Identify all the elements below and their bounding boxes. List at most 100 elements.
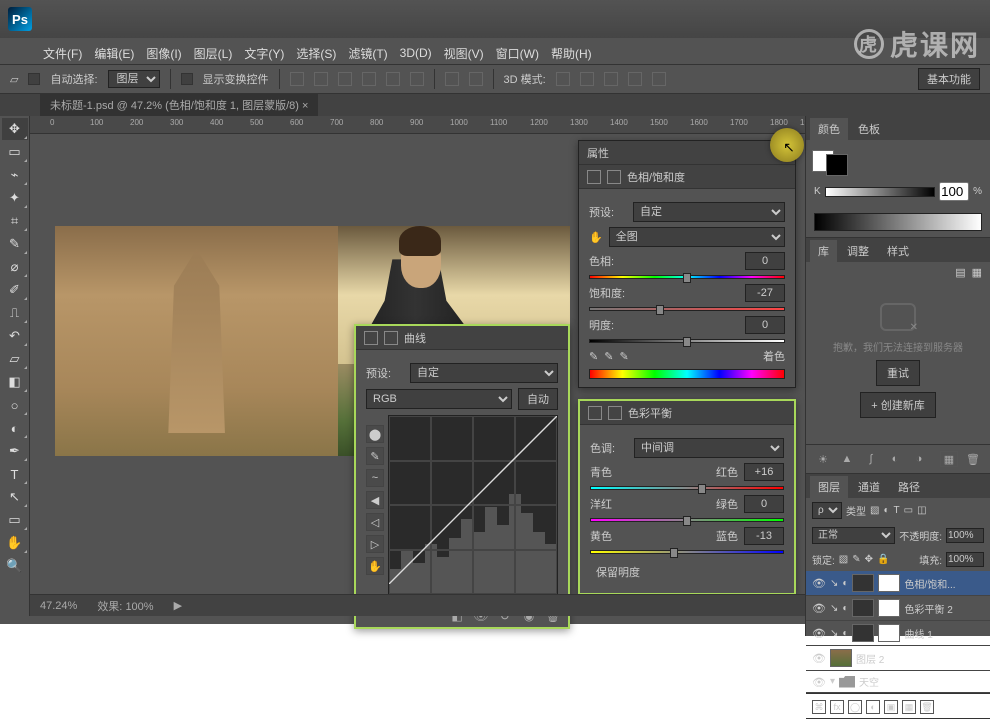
delete-layer-icon[interactable]: 🗑 [920, 700, 934, 714]
visibility-icon[interactable]: 👁 [812, 676, 826, 688]
layer-name[interactable]: 图层 2 [856, 651, 884, 666]
cr-input[interactable] [744, 463, 784, 481]
menu-help[interactable]: 帮助(H) [546, 43, 597, 64]
hue-input[interactable] [745, 252, 785, 270]
adj-trash-icon[interactable]: 🗑 [964, 451, 982, 467]
create-lib-button[interactable]: + 创建新库 [860, 392, 935, 418]
sat-input[interactable] [745, 284, 785, 302]
curves-preset-select[interactable]: 自定 [410, 363, 558, 383]
curve-eyedrop-gray[interactable]: ◁ [366, 513, 384, 531]
3d-orbit-icon[interactable] [556, 72, 570, 86]
curve-point-tool[interactable]: ⬤ [366, 425, 384, 443]
k-input[interactable] [939, 182, 969, 201]
curves-channel-select[interactable]: RGB [366, 389, 512, 409]
curve-graph[interactable] [388, 415, 558, 595]
adj-vibrance-icon[interactable]: ◑ [910, 451, 928, 467]
channels-tab[interactable]: 通道 [850, 476, 888, 498]
filter-shape-icon[interactable]: ▭ [904, 505, 913, 516]
adj-add-icon[interactable]: ◐ [866, 700, 880, 714]
properties-panel[interactable]: 属性 色相/饱和度 预设:自定 ✋全图 色相: 饱和度: 明度: ✎✎✎着色 [578, 140, 796, 388]
marquee-tool[interactable]: ▭ [2, 141, 28, 163]
lock-paint-icon[interactable]: ✎ [852, 554, 860, 565]
layer-row[interactable]: 👁↘◐色彩平衡 2 [806, 596, 990, 621]
visibility-icon[interactable]: 👁 [812, 602, 826, 614]
align-left-icon[interactable] [290, 72, 304, 86]
lib-tab[interactable]: 库 [810, 240, 837, 262]
align-center-icon[interactable] [314, 72, 328, 86]
adjust-tab[interactable]: 调整 [839, 240, 877, 262]
filter-kind[interactable]: ρ [812, 502, 842, 519]
light-slider[interactable] [589, 339, 785, 343]
curve-hand-tool[interactable]: ✋ [366, 557, 384, 575]
menu-file[interactable]: 文件(F) [38, 43, 87, 64]
opacity-input[interactable] [946, 528, 984, 543]
workspace-switcher[interactable]: 基本功能 [918, 68, 980, 90]
filter-img-icon[interactable]: ▧ [870, 505, 879, 516]
visibility-icon[interactable]: 👁 [812, 652, 826, 664]
document-tab[interactable]: 未标题-1.psd @ 47.2% (色相/饱和度 1, 图层蒙版/8) × [40, 94, 318, 116]
align-middle-icon[interactable] [386, 72, 400, 86]
properties-tab[interactable]: 属性 [587, 145, 609, 161]
style-tab[interactable]: 样式 [879, 240, 917, 262]
layers-tab[interactable]: 图层 [810, 476, 848, 498]
layer-row[interactable]: 👁↘◐色相/饱和... [806, 571, 990, 596]
brush-tool[interactable]: ✐ [2, 279, 28, 301]
layer-name[interactable]: 天空 [859, 674, 879, 689]
filter-type-icon[interactable]: T [894, 505, 900, 516]
lock-pos-icon[interactable]: ✥ [865, 554, 873, 565]
heal-tool[interactable]: ⌀ [2, 256, 28, 278]
path-select-tool[interactable]: ↖ [2, 486, 28, 508]
eraser-tool[interactable]: ▱ [2, 348, 28, 370]
stamp-tool[interactable]: ⎍ [2, 302, 28, 324]
adj-brightness-icon[interactable]: ☀ [814, 451, 832, 467]
hue-slider[interactable] [589, 275, 785, 279]
curves-panel[interactable]: 曲线 预设:自定 RGB自动 ⬤ ✎ ~ ◀ ◁ ▷ ✋ [354, 324, 570, 629]
curve-eyedrop-black[interactable]: ◀ [366, 491, 384, 509]
align-top-icon[interactable] [362, 72, 376, 86]
list-view-icon[interactable]: ▤ [955, 266, 965, 279]
eyedropper-plus-icon[interactable]: ✎ [604, 350, 613, 363]
visibility-icon[interactable]: 👁 [812, 577, 826, 589]
layer-name[interactable]: 色彩平衡 2 [904, 601, 952, 616]
layer-row[interactable]: 👁 ▾ 天空 [806, 671, 990, 693]
grayscale-ramp[interactable] [814, 213, 982, 231]
preset-select[interactable]: 自定 [633, 202, 785, 222]
eyedropper-tool[interactable]: ✎ [2, 233, 28, 255]
3d-slide-icon[interactable] [628, 72, 642, 86]
shape-tool[interactable]: ▭ [2, 509, 28, 531]
auto-select-mode[interactable]: 图层 [108, 70, 160, 88]
curve-eyedrop-white[interactable]: ▷ [366, 535, 384, 553]
move-tool[interactable]: ✥ [2, 118, 28, 140]
paths-tab[interactable]: 路径 [890, 476, 928, 498]
zoom-value[interactable]: 47.24% [40, 600, 77, 612]
zoom-tool[interactable]: 🔍 [2, 555, 28, 577]
menu-edit[interactable]: 编辑(E) [89, 43, 139, 64]
sat-slider[interactable] [589, 307, 785, 311]
hand-icon[interactable]: ✋ [589, 231, 603, 244]
retry-button[interactable]: 重试 [876, 360, 920, 386]
align-right-icon[interactable] [338, 72, 352, 86]
grid-view-icon[interactable]: ▦ [972, 266, 982, 279]
history-brush-tool[interactable]: ↶ [2, 325, 28, 347]
type-tool[interactable]: T [2, 463, 28, 485]
adj-levels-icon[interactable]: ▲ [838, 451, 856, 467]
lock-trans-icon[interactable]: ▧ [839, 554, 848, 565]
menu-layer[interactable]: 图层(L) [189, 43, 238, 64]
mg-input[interactable] [744, 495, 784, 513]
lasso-tool[interactable]: ⌁ [2, 164, 28, 186]
bg-swatch[interactable] [826, 154, 848, 176]
color-balance-panel[interactable]: 色彩平衡 色调:中间调 青色红色 洋红绿色 黄色蓝色 保留明度 [578, 399, 796, 595]
adj-exposure-icon[interactable]: ◐ [886, 451, 904, 467]
filter-adj-icon[interactable]: ◐ [883, 505, 889, 516]
menu-image[interactable]: 图像(I) [141, 43, 186, 64]
align-bottom-icon[interactable] [410, 72, 424, 86]
show-transform-checkbox[interactable] [181, 73, 193, 85]
filter-smart-icon[interactable]: ◫ [917, 505, 926, 516]
dodge-tool[interactable]: ◐ [2, 417, 28, 439]
status-chevron-icon[interactable]: ▶ [174, 599, 182, 612]
3d-roll-icon[interactable] [580, 72, 594, 86]
layer-name[interactable]: 曲线 1 [904, 626, 932, 641]
chevron-down-icon[interactable]: ▾ [830, 676, 835, 687]
color-tab[interactable]: 颜色 [810, 118, 848, 140]
3d-pan-icon[interactable] [604, 72, 618, 86]
